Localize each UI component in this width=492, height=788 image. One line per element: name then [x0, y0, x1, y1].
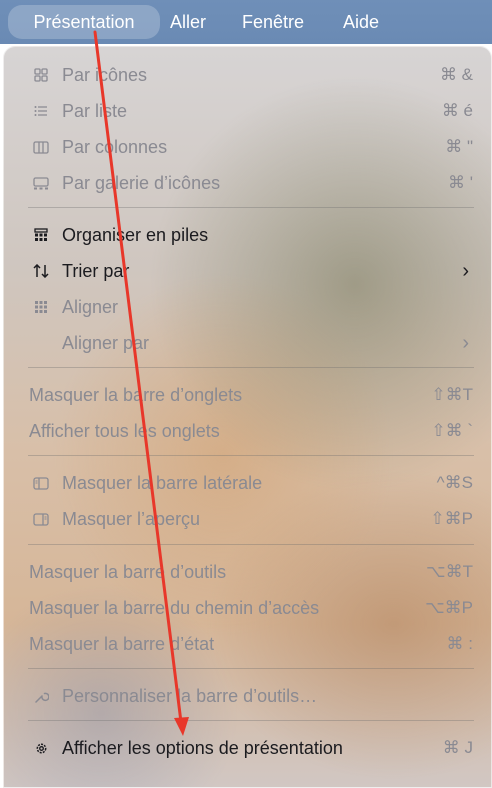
- menu-item-label: Organiser en piles: [62, 225, 209, 245]
- menu-separator: [28, 207, 474, 208]
- presentation-dropdown-menu: Par icônes ⌘ & Par liste ⌘ é Par colonne…: [3, 46, 492, 788]
- menu-item-trier-par[interactable]: Trier par ›: [4, 256, 491, 286]
- shortcut: ⌘ &: [439, 65, 473, 84]
- shortcut: ⇧⌘P: [430, 509, 473, 528]
- menu-item-label: Masquer l’aperçu: [62, 509, 201, 529]
- gear-icon: [30, 733, 52, 763]
- menu-separator: [28, 720, 474, 721]
- menu-aide[interactable]: Aide: [343, 0, 379, 44]
- menu-fenetre[interactable]: Fenêtre: [242, 0, 304, 44]
- menu-item-par-galerie[interactable]: Par galerie d’icônes ⌘ ': [4, 168, 491, 198]
- shortcut: ⌥⌘P: [425, 598, 473, 617]
- menu-item-organiser-en-piles[interactable]: Organiser en piles: [4, 220, 491, 250]
- menu-item-par-colonnes[interactable]: Par colonnes ⌘ ": [4, 132, 491, 162]
- menu-item-label: Afficher les options de présentation: [62, 738, 343, 758]
- preview-icon: [30, 504, 52, 534]
- menu-item-personnaliser-barre-outils[interactable]: Personnaliser la barre d’outils…: [4, 681, 491, 711]
- shortcut: ⌘ ": [445, 137, 473, 156]
- menu-item-label: Aligner par: [62, 333, 150, 353]
- menu-item-label: Par liste: [62, 101, 128, 121]
- menu-item-label: Par colonnes: [62, 137, 168, 157]
- sidebar-icon: [30, 468, 52, 498]
- menu-item-masquer-barre-chemin[interactable]: Masquer la barre du chemin d’accès ⌥⌘P: [4, 593, 491, 623]
- menu-item-label: Masquer la barre d’état: [29, 634, 215, 654]
- menu-aller[interactable]: Aller: [170, 0, 206, 44]
- menu-item-label: Par galerie d’icônes: [62, 173, 221, 193]
- menu-item-label: Par icônes: [62, 65, 148, 85]
- menu-item-label: Masquer la barre du chemin d’accès: [29, 598, 320, 618]
- menu-item-masquer-barre-outils[interactable]: Masquer la barre d’outils ⌥⌘T: [4, 557, 491, 587]
- align-grid-icon: [30, 292, 52, 322]
- menu-item-masquer-barre-onglets[interactable]: Masquer la barre d’onglets ⇧⌘T: [4, 380, 491, 410]
- columns-icon: [30, 132, 52, 162]
- menu-item-aligner[interactable]: Aligner: [4, 292, 491, 322]
- menu-item-afficher-tous-onglets[interactable]: Afficher tous les onglets ⇧⌘ `: [4, 416, 491, 446]
- menu-item-aligner-par[interactable]: Aligner par ›: [4, 328, 491, 358]
- menu-item-masquer-barre-etat[interactable]: Masquer la barre d’état ⌘ :: [4, 629, 491, 659]
- menu-item-masquer-apercu[interactable]: Masquer l’aperçu ⇧⌘P: [4, 504, 491, 534]
- gallery-icon: [30, 168, 52, 198]
- menu-separator: [28, 367, 474, 368]
- grid-icon: [30, 60, 52, 90]
- menu-item-label: Afficher tous les onglets: [29, 421, 220, 441]
- menu-item-par-liste[interactable]: Par liste ⌘ é: [4, 96, 491, 126]
- chevron-right-icon: ›: [462, 260, 469, 282]
- menu-item-label: Masquer la barre latérale: [62, 473, 263, 493]
- menu-item-par-icones[interactable]: Par icônes ⌘ &: [4, 60, 491, 90]
- menu-separator: [28, 455, 474, 456]
- menu-separator: [28, 668, 474, 669]
- shortcut: ⌘ é: [441, 101, 473, 120]
- shortcut: ⌥⌘T: [426, 562, 473, 581]
- stacks-icon: [30, 220, 52, 250]
- menu-item-label: Aligner: [62, 297, 119, 317]
- sort-icon: [30, 256, 52, 286]
- menu-item-label: Masquer la barre d’onglets: [29, 385, 243, 405]
- menu-item-label: Trier par: [62, 261, 130, 281]
- menu-item-label: Masquer la barre d’outils: [29, 562, 227, 582]
- shortcut: ⌘ :: [446, 634, 473, 653]
- shortcut: ^⌘S: [436, 473, 473, 492]
- menu-item-label: Personnaliser la barre d’outils…: [62, 686, 318, 706]
- shortcut: ⇧⌘T: [431, 385, 473, 404]
- chevron-right-icon: ›: [462, 332, 469, 354]
- wrench-icon: [30, 681, 52, 711]
- list-icon: [30, 96, 52, 126]
- menu-item-masquer-barre-laterale[interactable]: Masquer la barre latérale ^⌘S: [4, 468, 491, 498]
- menu-item-afficher-options-presentation[interactable]: Afficher les options de présentation ⌘ J: [4, 733, 491, 763]
- menu-presentation[interactable]: Présentation: [8, 5, 160, 39]
- menu-bar: Présentation Aller Fenêtre Aide: [0, 0, 492, 44]
- shortcut: ⇧⌘ `: [431, 421, 473, 440]
- shortcut: ⌘ J: [442, 738, 473, 757]
- shortcut: ⌘ ': [448, 173, 473, 192]
- menu-separator: [28, 544, 474, 545]
